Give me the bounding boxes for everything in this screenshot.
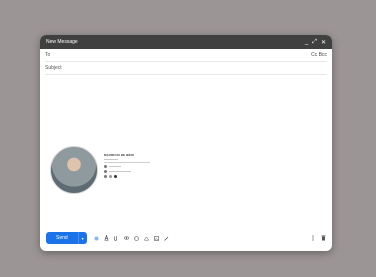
drive-icon[interactable]: [143, 236, 149, 241]
signature-block: MAURICIO DE BÉNI: [50, 146, 150, 194]
to-label: To: [45, 52, 51, 58]
link-icon[interactable]: [123, 236, 129, 241]
signature-divider: [104, 162, 150, 163]
expand-icon[interactable]: ⤢: [312, 39, 317, 46]
send-label: Send: [56, 235, 68, 241]
to-field[interactable]: To Cc Bcc: [45, 49, 327, 62]
compose-toolbar: Send ▾: [40, 225, 332, 251]
social-icon[interactable]: [104, 175, 107, 178]
signature-email: [109, 171, 131, 172]
schedule-icon[interactable]: [94, 236, 99, 241]
trash-icon[interactable]: [321, 235, 326, 241]
photo-icon[interactable]: [153, 235, 159, 241]
emoji-icon[interactable]: [133, 235, 139, 241]
close-icon[interactable]: ✕: [321, 39, 326, 46]
social-icon[interactable]: [109, 175, 112, 178]
signature-phone: [109, 166, 121, 167]
send-options-icon[interactable]: ▾: [77, 232, 87, 244]
attach-icon[interactable]: [114, 236, 119, 241]
signature-contact-row: [104, 170, 150, 173]
pen-icon[interactable]: [163, 236, 169, 241]
message-body[interactable]: MAURICIO DE BÉNI: [40, 75, 332, 225]
social-icon[interactable]: [114, 175, 117, 178]
text-formatting-icon[interactable]: [104, 235, 109, 241]
signature-social-row: [104, 175, 150, 178]
minimize-icon[interactable]: _: [305, 39, 308, 46]
subject-placeholder: Subject: [45, 65, 62, 71]
cc-bcc-link[interactable]: Cc Bcc: [311, 52, 327, 58]
signature-contact-row: [104, 165, 150, 168]
phone-icon: [104, 165, 107, 168]
compose-window: New Message _ ⤢ ✕ To Cc Bcc Subject MAUR…: [40, 35, 332, 251]
subject-field[interactable]: Subject: [45, 62, 327, 75]
compose-titlebar[interactable]: New Message _ ⤢ ✕: [40, 35, 332, 49]
signature-name: MAURICIO DE BÉNI: [104, 153, 134, 157]
signature-avatar: [50, 146, 98, 194]
more-options-icon[interactable]: [310, 235, 315, 241]
send-button[interactable]: Send ▾: [46, 232, 87, 244]
email-icon: [104, 170, 107, 173]
signature-subtitle: [104, 159, 118, 160]
compose-title: New Message: [46, 39, 78, 45]
